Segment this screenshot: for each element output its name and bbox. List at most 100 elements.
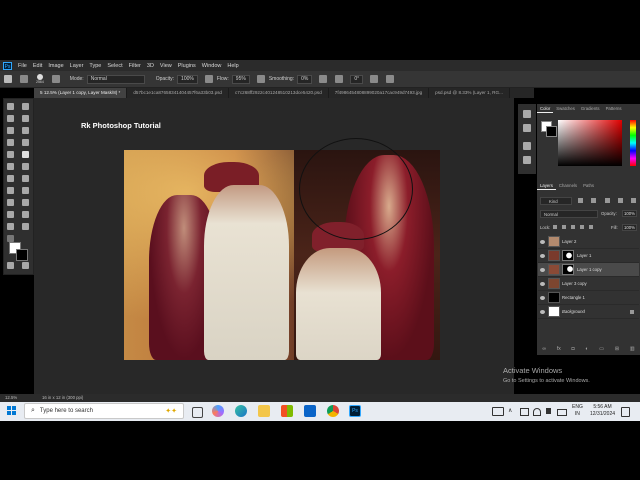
properties-panel-icon[interactable] <box>523 142 531 150</box>
rectangle-tool-icon[interactable] <box>22 211 29 218</box>
lock-artboard-icon[interactable] <box>580 225 584 229</box>
brush-size-preview[interactable]: 2564 <box>36 74 44 84</box>
flow-input[interactable]: 95% <box>231 74 250 84</box>
marquee-tool-icon[interactable] <box>7 115 14 122</box>
filter-pixel-icon[interactable] <box>578 198 583 203</box>
smoothing-input[interactable]: 0% <box>297 74 313 84</box>
visibility-eye-icon[interactable] <box>540 239 545 244</box>
color-picker-field[interactable] <box>558 120 622 166</box>
lock-position-icon[interactable] <box>571 225 575 229</box>
layer-row-selected[interactable]: Layer 1 copy <box>538 263 639 277</box>
tab-patterns[interactable]: Patterns <box>603 104 625 113</box>
hand-tool-icon[interactable] <box>7 223 14 230</box>
tab-layers[interactable]: Layers <box>537 181 556 190</box>
windows-start-icon[interactable] <box>7 406 17 416</box>
hue-slider[interactable] <box>630 120 636 166</box>
taskbar-search[interactable]: ⌕ Type here to search ✦✦ <box>24 403 184 419</box>
file-explorer-icon[interactable] <box>258 405 270 417</box>
dodge-tool-icon[interactable] <box>22 187 29 194</box>
visibility-eye-icon[interactable] <box>540 253 545 258</box>
doc-tab[interactable]: c7c268ff2922c401248510213dce5420.psd <box>229 88 329 98</box>
tab-swatches[interactable]: Swatches <box>553 104 578 113</box>
path-select-icon[interactable] <box>7 211 14 218</box>
angle-input[interactable]: 0° <box>350 74 364 84</box>
panel-background-swatch[interactable] <box>546 126 557 137</box>
speaker-icon[interactable] <box>546 408 551 414</box>
adjustments-panel-icon[interactable] <box>523 156 531 164</box>
menu-type[interactable]: Type <box>89 63 101 69</box>
link-layers-icon[interactable]: ∞ <box>542 346 546 352</box>
menu-view[interactable]: View <box>160 63 172 69</box>
menu-select[interactable]: Select <box>107 63 122 69</box>
keyboard-icon[interactable] <box>492 407 504 416</box>
mail-icon[interactable] <box>304 405 316 417</box>
tab-gradients[interactable]: Gradients <box>578 104 603 113</box>
layer-row[interactable]: Layer 2 <box>538 235 639 249</box>
clock[interactable]: 5:56 AM 12/31/2024 <box>590 404 615 418</box>
up-arrow-icon[interactable]: ∧ <box>508 407 512 414</box>
background-color-swatch[interactable] <box>16 249 28 261</box>
airbrush-icon[interactable] <box>256 75 265 83</box>
layer-row[interactable]: Rectangle 1 <box>538 291 639 305</box>
copilot-icon[interactable] <box>212 405 224 417</box>
lock-image-icon[interactable] <box>562 225 566 229</box>
history-panel-icon[interactable] <box>523 110 531 118</box>
clone-stamp-icon[interactable] <box>7 163 14 170</box>
quick-mask-icon[interactable] <box>7 262 14 269</box>
visibility-eye-icon[interactable] <box>540 295 545 300</box>
menu-filter[interactable]: Filter <box>129 63 141 69</box>
crop-tool-icon[interactable] <box>22 127 29 134</box>
chrome-icon[interactable] <box>327 405 339 417</box>
zoom-tool-icon[interactable] <box>22 223 29 230</box>
menu-edit[interactable]: Edit <box>33 63 42 69</box>
pressure-size-icon[interactable] <box>370 75 379 83</box>
filter-smart-icon[interactable] <box>631 198 636 203</box>
edge-browser-icon[interactable] <box>235 405 247 417</box>
tab-color[interactable]: Color <box>537 104 554 113</box>
layer-mask-thumbnail[interactable] <box>562 250 574 261</box>
kind-filter[interactable]: Kind <box>540 197 572 205</box>
network-icon[interactable] <box>520 408 529 416</box>
type-tool-icon[interactable] <box>22 199 29 206</box>
filter-shape-icon[interactable] <box>617 198 623 203</box>
visibility-eye-icon[interactable] <box>540 267 545 272</box>
fx-icon[interactable]: fx <box>557 346 561 352</box>
filter-type-icon[interactable] <box>604 198 610 203</box>
menu-3d[interactable]: 3D <box>147 63 154 69</box>
screen-mode-icon[interactable] <box>22 262 29 269</box>
battery-icon[interactable] <box>557 409 567 416</box>
lasso-tool-icon[interactable] <box>22 115 29 122</box>
photoshop-taskbar-icon[interactable]: Ps <box>349 405 361 417</box>
tab-channels[interactable]: Channels <box>556 181 580 190</box>
frame-tool-icon[interactable] <box>7 139 14 146</box>
pen-tool-icon[interactable] <box>7 199 14 206</box>
doc-tab-active[interactable]: 5 12.5% (Layer 1 copy, Layer Mask/8) * <box>34 88 128 98</box>
menu-file[interactable]: File <box>18 63 27 69</box>
lock-pixels-icon[interactable] <box>553 225 557 229</box>
artboard-tool-icon[interactable] <box>22 103 29 110</box>
opacity-input[interactable]: 100% <box>177 74 198 84</box>
adjustment-layer-icon[interactable]: ◐ <box>585 346 588 352</box>
fill-input[interactable]: 100% <box>622 224 637 231</box>
menu-help[interactable]: Help <box>227 63 238 69</box>
comments-panel-icon[interactable] <box>523 124 531 132</box>
layer-mask-thumbnail[interactable] <box>562 264 574 275</box>
history-brush-icon[interactable] <box>22 163 29 170</box>
add-mask-icon[interactable]: ◘ <box>572 346 575 352</box>
lock-all-icon[interactable] <box>589 225 593 229</box>
layer-row[interactable]: Background <box>538 305 639 319</box>
gradient-tool-icon[interactable] <box>22 175 29 182</box>
new-layer-icon[interactable]: ⊞ <box>615 346 619 352</box>
tab-paths[interactable]: Paths <box>580 181 597 190</box>
notification-icon[interactable] <box>621 407 630 417</box>
visibility-eye-icon[interactable] <box>540 281 545 286</box>
doc-tab[interactable]: d57bc1e1ca87658341404457f6a33b03.psd <box>127 88 229 98</box>
menu-plugins[interactable]: Plugins <box>178 63 196 69</box>
angle-icon[interactable] <box>335 75 344 83</box>
smoothing-options-icon[interactable] <box>319 75 328 83</box>
healing-brush-icon[interactable] <box>7 151 14 158</box>
layer-opacity-input[interactable]: 100% <box>622 210 637 217</box>
doc-tab[interactable]: 7f4986454808899020a17cac949d7493.jpg <box>329 88 430 98</box>
blend-mode-select[interactable]: Normal <box>540 210 598 218</box>
blur-tool-icon[interactable] <box>7 187 14 194</box>
